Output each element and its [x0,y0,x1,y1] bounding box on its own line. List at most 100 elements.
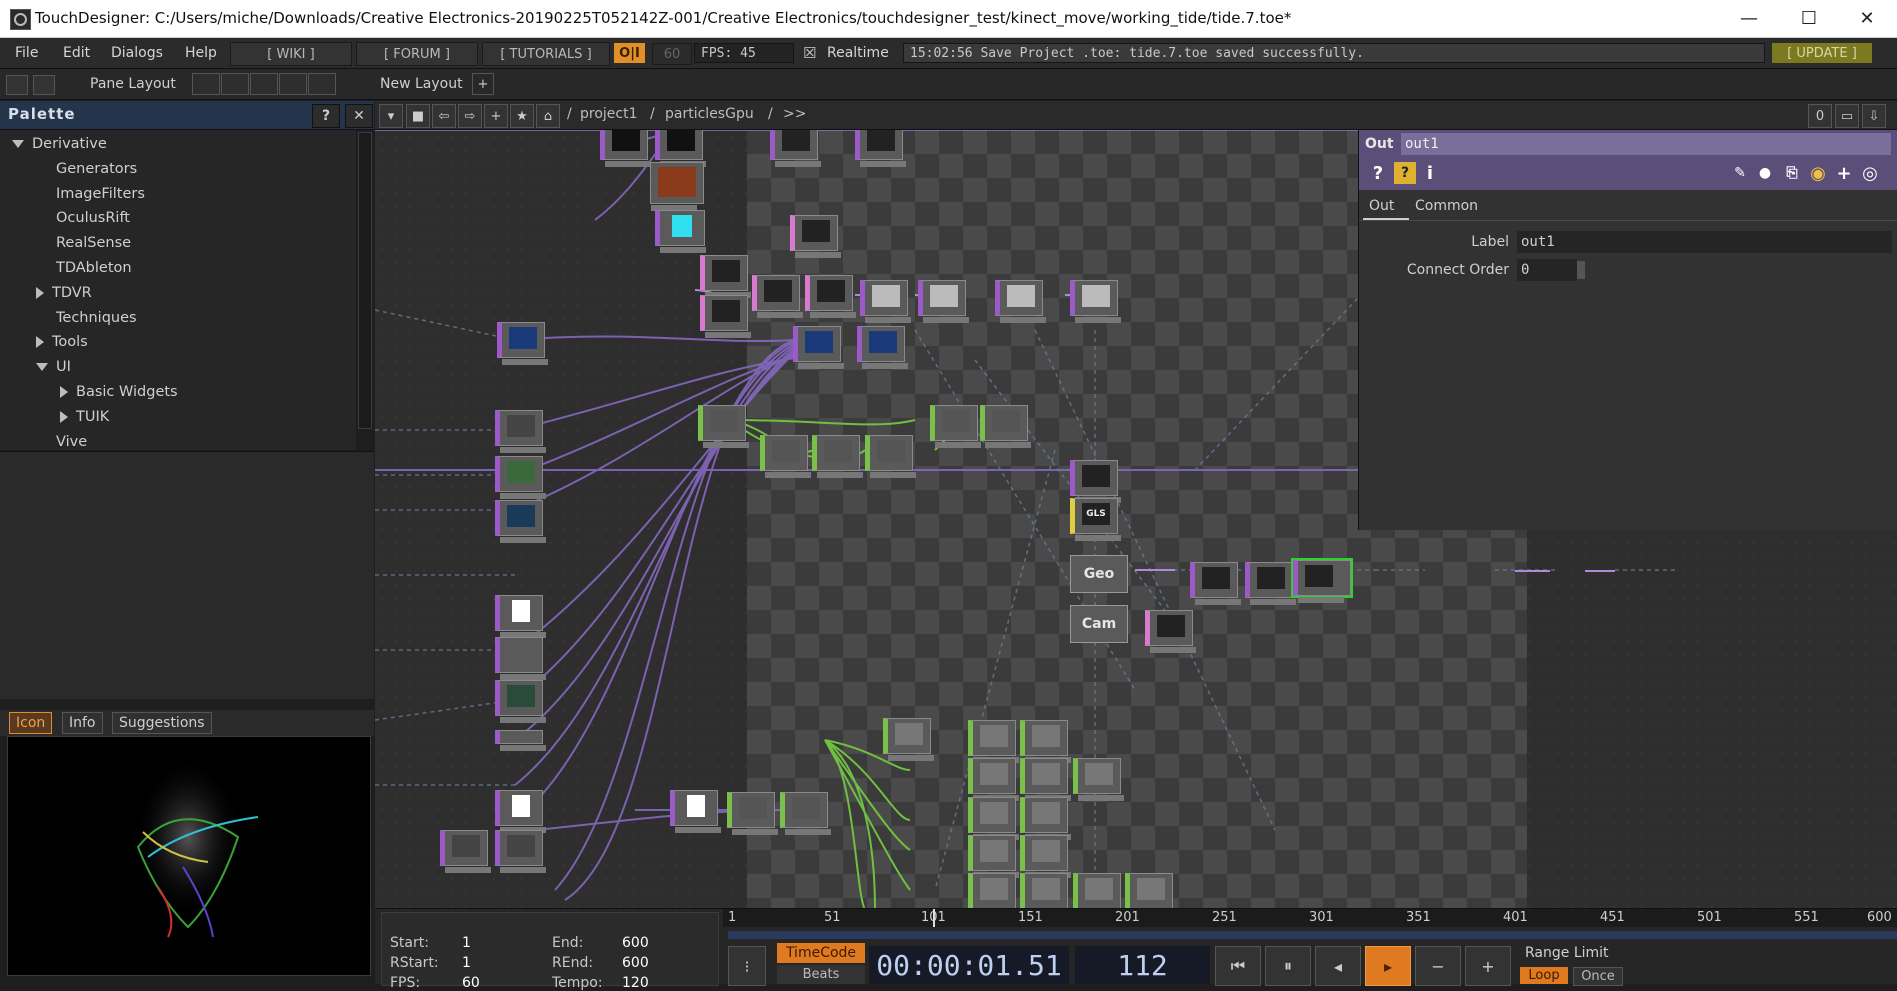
target-icon[interactable]: ◎ [1859,162,1881,184]
palette-item-basic-widgets[interactable]: Basic Widgets [60,380,178,404]
operator-node[interactable] [805,275,856,318]
constant-top-node[interactable] [495,790,546,833]
timeline-range-bar[interactable] [728,931,1897,939]
layout-split-vertical-icon[interactable] [221,73,249,95]
fps-value[interactable]: 60 [462,975,480,991]
noise-top-node[interactable] [495,500,546,543]
comment-icon[interactable]: ● [1754,162,1776,184]
realtime-checkbox[interactable]: ☒ [803,44,816,62]
operator-node[interactable] [495,410,546,453]
bookmark-star-icon[interactable]: ★ [510,104,534,128]
end-value[interactable]: 600 [622,935,649,951]
operator-node[interactable] [495,730,546,751]
tab-common[interactable]: Common [1415,198,1478,214]
power-toggle-button[interactable]: O|I [614,43,645,63]
constant-top-node[interactable] [495,595,546,638]
palette-item-tdvr[interactable]: TDVR [36,281,92,305]
collapse-arrow-right-icon[interactable] [60,410,68,423]
palette-item-generators[interactable]: Generators [36,157,137,181]
wiki-button[interactable]: [ WIKI ] [230,42,352,66]
close-window-button[interactable]: ✕ [1838,0,1896,37]
palette-item-imagefilters[interactable]: ImageFilters [36,182,145,206]
info-icon[interactable]: i [1419,162,1441,184]
noise-top-node[interactable] [495,680,546,723]
layout-single-icon[interactable] [192,73,220,95]
step-back-icon[interactable]: − [1415,946,1461,986]
tempo-value[interactable]: 120 [622,975,649,991]
timecode-toggle[interactable]: TimeCode [777,943,865,963]
viewer-toggle-icon[interactable] [6,75,28,95]
operator-node[interactable] [1190,562,1241,605]
add-operator-icon[interactable]: + [484,104,508,128]
chop-node[interactable] [1020,720,1071,763]
step-forward-icon[interactable]: + [1465,946,1511,986]
path-root[interactable]: / [567,106,572,122]
maximize-pane-icon[interactable]: ▭ [1835,104,1859,128]
chop-node[interactable] [760,435,811,478]
network-menu-icon[interactable]: ▾ [379,104,403,128]
camera-comp-node[interactable]: Cam [1070,605,1128,643]
palette-item-realsense[interactable]: RealSense [36,231,131,255]
back-icon[interactable]: ⇦ [432,104,456,128]
operator-preview-viewer[interactable] [7,736,371,976]
expand-arrow-down-icon[interactable] [12,140,24,148]
operator-node[interactable] [752,275,803,318]
constant-top-node[interactable] [655,210,706,253]
start-value[interactable]: 1 [462,935,471,951]
out1-top-node[interactable] [1291,558,1353,603]
connect-order-field[interactable]: 0 [1517,259,1577,281]
operator-node[interactable] [995,280,1046,323]
chop-node[interactable] [1073,873,1121,908]
constant-top-node[interactable] [670,790,721,833]
operator-node[interactable] [918,280,969,323]
palette-scrollbar[interactable] [358,132,372,429]
tutorials-button[interactable]: [ TUTORIALS ] [482,42,610,66]
layout-three-pane-icon[interactable] [279,73,307,95]
operator-node[interactable] [655,130,706,167]
tab-suggestions[interactable]: Suggestions [112,712,212,734]
chop-node[interactable] [1020,873,1068,908]
collapse-arrow-right-icon[interactable] [36,286,44,299]
forward-icon[interactable]: ⇨ [458,104,482,128]
render-top-node[interactable] [1145,610,1196,653]
operator-node[interactable] [860,280,911,323]
palette-item-tools[interactable]: Tools [36,330,88,354]
menu-file[interactable]: File [15,45,38,61]
expand-arrow-down-icon[interactable] [36,363,48,372]
chop-node[interactable] [780,792,831,835]
noise-top-node[interactable] [495,456,546,499]
tab-icon[interactable]: Icon [9,712,53,734]
operator-name-field[interactable]: out1 [1401,133,1891,155]
playhead[interactable] [933,909,935,927]
chop-node[interactable] [698,405,749,448]
rend-value[interactable]: 600 [622,955,649,971]
texture-top-node[interactable] [650,162,704,211]
menu-edit[interactable]: Edit [63,45,90,61]
rstart-value[interactable]: 1 [462,955,471,971]
new-layout-button[interactable]: + [472,73,494,95]
home-icon[interactable]: ⌂ [536,104,560,128]
chop-node[interactable] [980,405,1031,448]
python-icon[interactable]: ◉ [1807,162,1829,184]
path-project1[interactable]: project1 [580,106,638,122]
chop-node[interactable] [812,435,863,478]
operator-node[interactable] [495,830,546,873]
play-forward-icon[interactable]: ▸ [1365,946,1411,986]
glsl-node[interactable]: GLS [1070,498,1121,541]
path-particlesgpu[interactable]: particlesGpu [665,106,754,122]
network-toggle-icon[interactable] [33,75,55,95]
operator-node[interactable] [700,295,751,338]
maximize-button[interactable]: ☐ [1780,0,1838,37]
menu-help[interactable]: Help [185,45,217,61]
tab-info[interactable]: Info [62,712,103,734]
chop-node[interactable] [968,835,1019,878]
add-parameter-icon[interactable]: + [1833,162,1855,184]
chop-node[interactable] [865,435,916,478]
once-toggle[interactable]: Once [1573,967,1623,986]
operator-node[interactable] [1245,562,1296,605]
noise-top-node[interactable] [497,322,548,365]
operator-node[interactable] [700,255,751,298]
palette-item-techniques[interactable]: Techniques [36,306,137,330]
palette-item-derivative[interactable]: Derivative [12,132,107,156]
chop-node[interactable] [727,792,778,835]
